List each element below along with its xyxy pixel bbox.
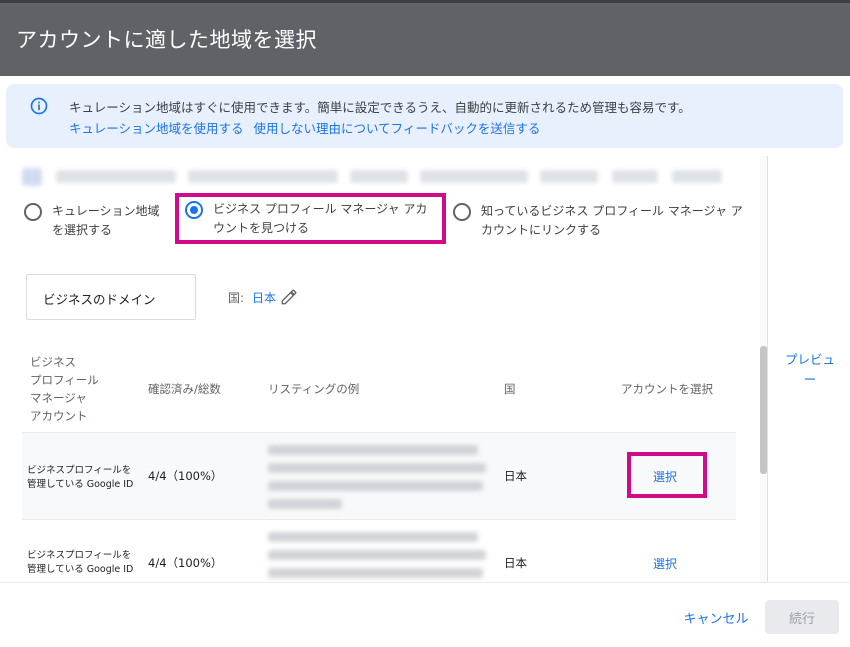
scrollbar-thumb[interactable] bbox=[760, 346, 767, 474]
business-domain-field[interactable]: ビジネスのドメイン bbox=[26, 274, 196, 320]
radio-label: キュレーション地域 を選択する bbox=[52, 204, 160, 237]
radio-link-known-bpm-account[interactable]: 知っているビジネス プロフィール マネージャ ア カウントにリンクする bbox=[453, 202, 743, 240]
radio-curated-area[interactable]: キュレーション地域 を選択する bbox=[24, 202, 160, 240]
continue-button[interactable]: 続行 bbox=[765, 600, 839, 634]
country-selector: 国: 日本 bbox=[228, 288, 298, 306]
obscured-account-info bbox=[22, 166, 722, 188]
cancel-button[interactable]: キャンセル bbox=[676, 602, 756, 632]
radio-button[interactable] bbox=[24, 203, 42, 221]
header-bpm-account: ビジネス プロフィール マネージャ アカウント bbox=[30, 355, 99, 423]
info-banner: キュレーション地域はすぐに使用できます。簡単に設定できるうえ、自動的に更新される… bbox=[6, 84, 843, 148]
annotation-highlight-box bbox=[627, 452, 707, 498]
send-feedback-link[interactable]: 使用しない理由についてフィードバックを送信する bbox=[254, 121, 541, 136]
title-bar-accent bbox=[0, 0, 850, 3]
verified-count-cell: 4/4（100%） bbox=[148, 556, 223, 570]
use-curated-area-link[interactable]: キュレーション地域を使用する bbox=[69, 121, 244, 136]
dialog-title: アカウントに適した地域を選択 bbox=[16, 28, 317, 52]
country-cell: 日本 bbox=[504, 469, 527, 483]
listing-example-obscured bbox=[268, 532, 488, 586]
header-country: 国 bbox=[504, 382, 516, 396]
header-verified-total: 確認済み/総数 bbox=[148, 382, 221, 396]
header-listing-example: リスティングの例 bbox=[268, 382, 360, 396]
footer-divider bbox=[0, 582, 850, 583]
country-value[interactable]: 日本 bbox=[252, 289, 276, 306]
table-row: ビジネスプロフィールを 管理している Google ID 4/4（100%） 日… bbox=[22, 520, 736, 606]
radio-label: 知っているビジネス プロフィール マネージャ ア カウントにリンクする bbox=[481, 204, 743, 237]
select-account-link[interactable]: 選択 bbox=[653, 555, 677, 572]
preview-divider bbox=[767, 156, 768, 582]
pencil-icon[interactable] bbox=[280, 288, 298, 306]
country-label: 国: bbox=[228, 290, 245, 305]
google-id-cell: ビジネスプロフィールを 管理している Google ID bbox=[27, 550, 134, 575]
dialog-title-bar: アカウントに適した地域を選択 bbox=[0, 0, 850, 76]
header-select-account: アカウントを選択 bbox=[621, 382, 713, 396]
google-id-cell: ビジネスプロフィールを 管理している Google ID bbox=[27, 465, 134, 490]
banner-message: キュレーション地域はすぐに使用できます。簡単に設定できるうえ、自動的に更新される… bbox=[69, 100, 691, 115]
annotation-highlight-box bbox=[175, 193, 446, 244]
listing-example-obscured bbox=[268, 445, 488, 517]
banner-links: キュレーション地域を使用する 使用しない理由についてフィードバックを送信する bbox=[69, 118, 540, 137]
verified-count-cell: 4/4（100%） bbox=[148, 469, 223, 483]
radio-button[interactable] bbox=[453, 203, 471, 221]
preview-link[interactable]: プレビュ ー bbox=[780, 350, 840, 390]
business-domain-label: ビジネスのドメイン bbox=[43, 292, 156, 307]
info-icon bbox=[30, 97, 48, 115]
country-cell: 日本 bbox=[504, 556, 527, 570]
